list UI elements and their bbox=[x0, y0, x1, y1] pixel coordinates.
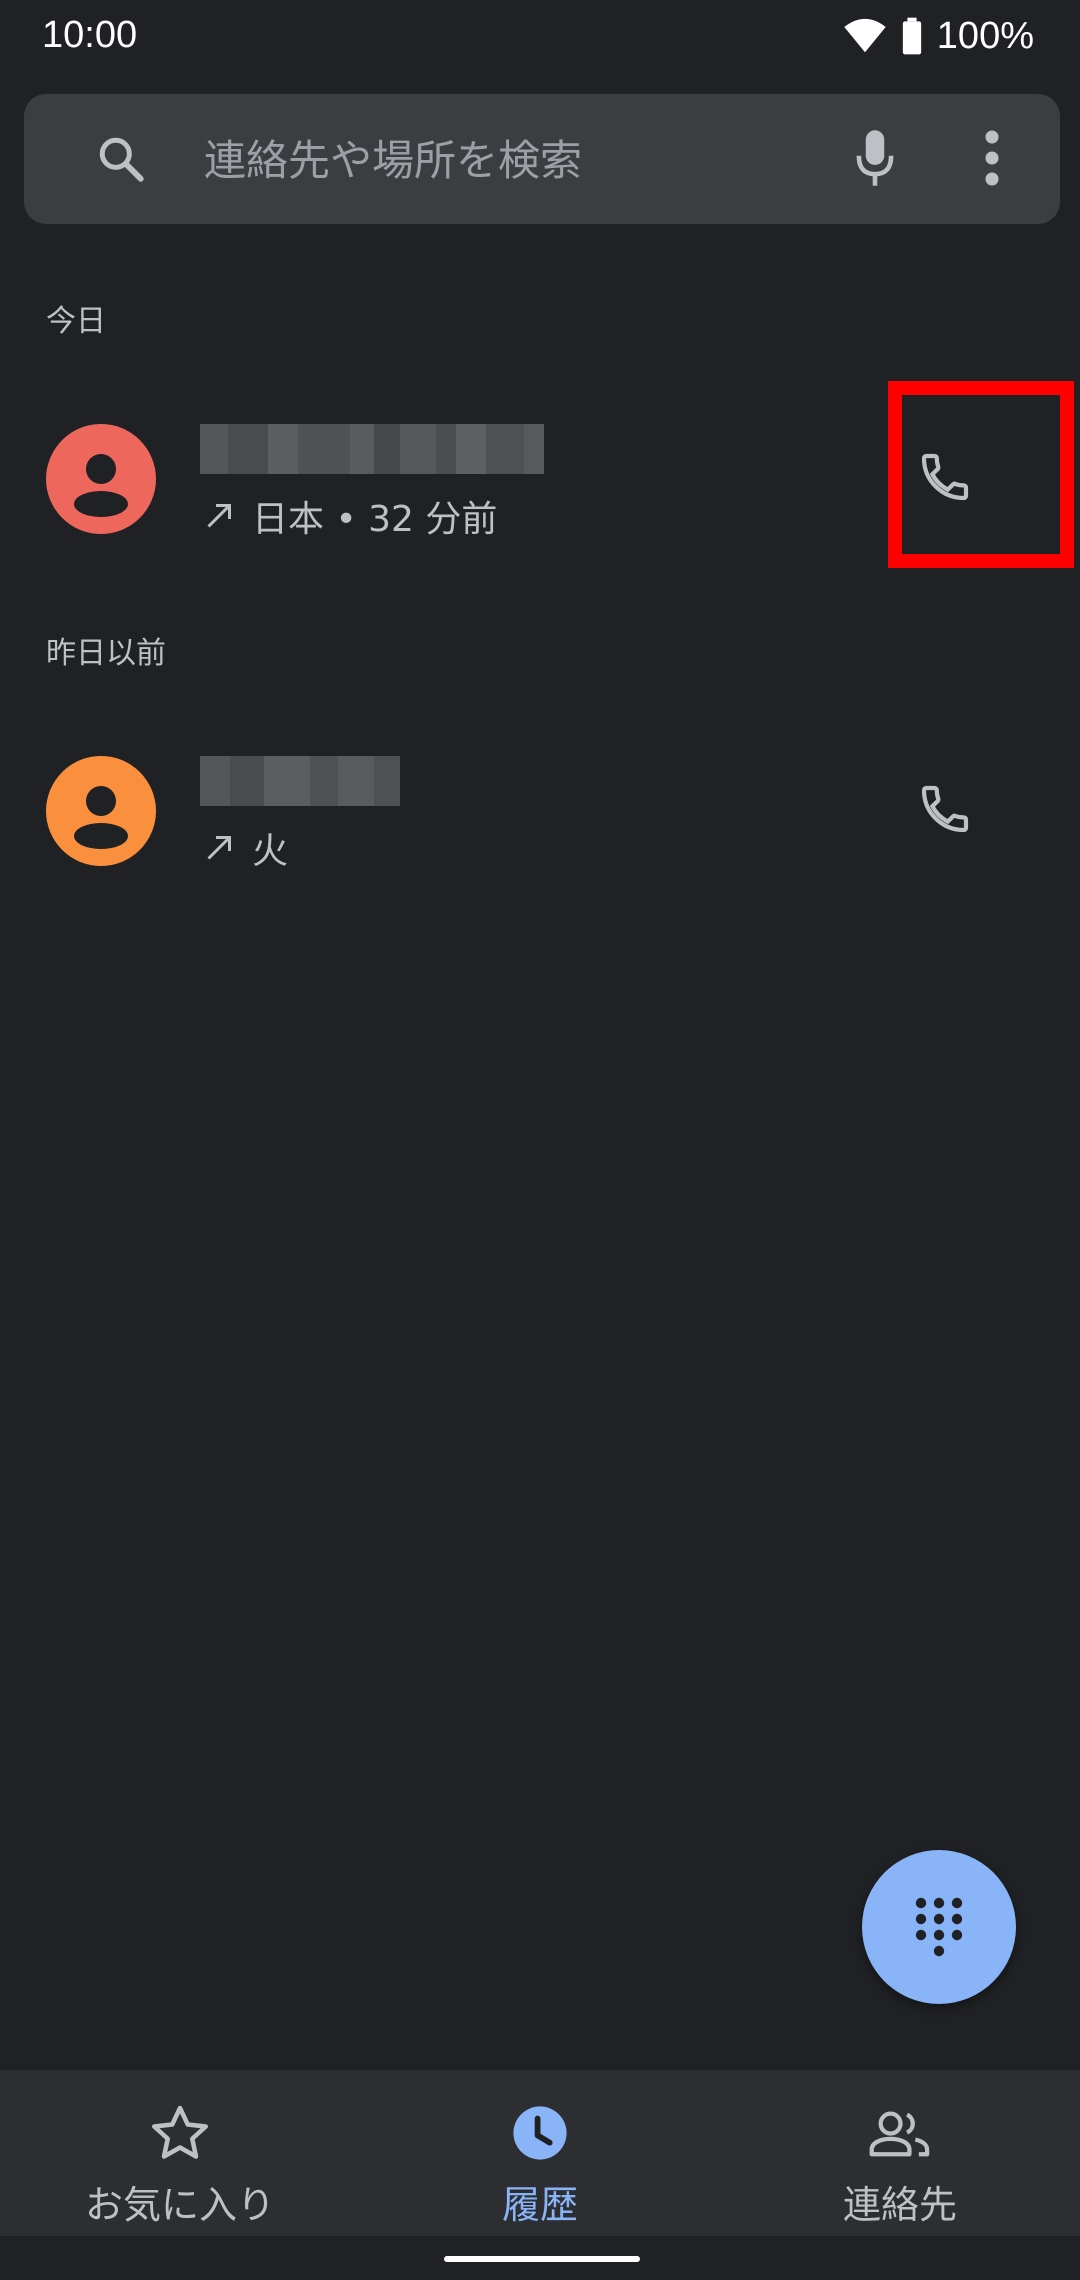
gesture-navigation-bar[interactable] bbox=[444, 2256, 640, 2262]
dialpad-button[interactable] bbox=[862, 1850, 1016, 2004]
nav-label-favorites: お気に入り bbox=[84, 2183, 275, 2227]
status-bar: 10:00 100% bbox=[0, 0, 1080, 72]
call-detail-text: 火 bbox=[252, 831, 289, 872]
search-bar[interactable] bbox=[24, 94, 1060, 224]
call-detail-text: 日本 • 32 分前 bbox=[252, 499, 498, 540]
bottom-navigation: お気に入り 履歴 連絡先 bbox=[0, 2070, 1080, 2236]
avatar[interactable] bbox=[46, 424, 156, 534]
nav-contacts[interactable]: 連絡先 bbox=[720, 2070, 1080, 2236]
people-icon bbox=[869, 2111, 930, 2157]
more-options-icon[interactable] bbox=[984, 130, 1000, 186]
battery-percentage: 100% bbox=[936, 14, 1034, 57]
status-icons: 100% bbox=[843, 14, 1034, 58]
battery-icon bbox=[902, 17, 921, 55]
section-header-today: 今日 bbox=[46, 304, 106, 339]
section-header-earlier: 昨日以前 bbox=[46, 636, 166, 671]
call-back-button[interactable] bbox=[900, 764, 990, 854]
dialpad-icon bbox=[915, 1897, 963, 1957]
person-icon bbox=[74, 454, 128, 517]
nav-recents[interactable]: 履歴 bbox=[360, 2070, 720, 2236]
search-input[interactable] bbox=[202, 126, 806, 194]
call-detail: 火 bbox=[204, 822, 288, 874]
contact-name-redacted bbox=[200, 424, 544, 474]
search-icon[interactable] bbox=[96, 134, 146, 184]
call-detail: 日本 • 32 分前 bbox=[204, 490, 497, 542]
wifi-icon bbox=[844, 18, 886, 53]
person-icon bbox=[74, 786, 128, 849]
star-icon bbox=[152, 2105, 208, 2159]
status-time: 10:00 bbox=[42, 14, 138, 56]
clock-icon bbox=[513, 2106, 567, 2160]
phone-icon bbox=[921, 785, 969, 833]
outgoing-call-arrow-icon bbox=[207, 504, 231, 528]
nav-favorites[interactable]: お気に入り bbox=[0, 2070, 360, 2236]
avatar[interactable] bbox=[46, 756, 156, 866]
contact-name-redacted bbox=[200, 756, 400, 806]
nav-label-recents: 履歴 bbox=[501, 2183, 578, 2227]
call-log-row[interactable]: 火 bbox=[0, 722, 1080, 902]
nav-label-contacts: 連絡先 bbox=[842, 2183, 957, 2227]
outgoing-call-arrow-icon bbox=[207, 836, 231, 860]
microphone-icon[interactable] bbox=[852, 128, 898, 188]
phone-app-screen: 10:00 100% 今日 bbox=[0, 0, 1080, 2280]
highlight-box bbox=[888, 381, 1074, 568]
